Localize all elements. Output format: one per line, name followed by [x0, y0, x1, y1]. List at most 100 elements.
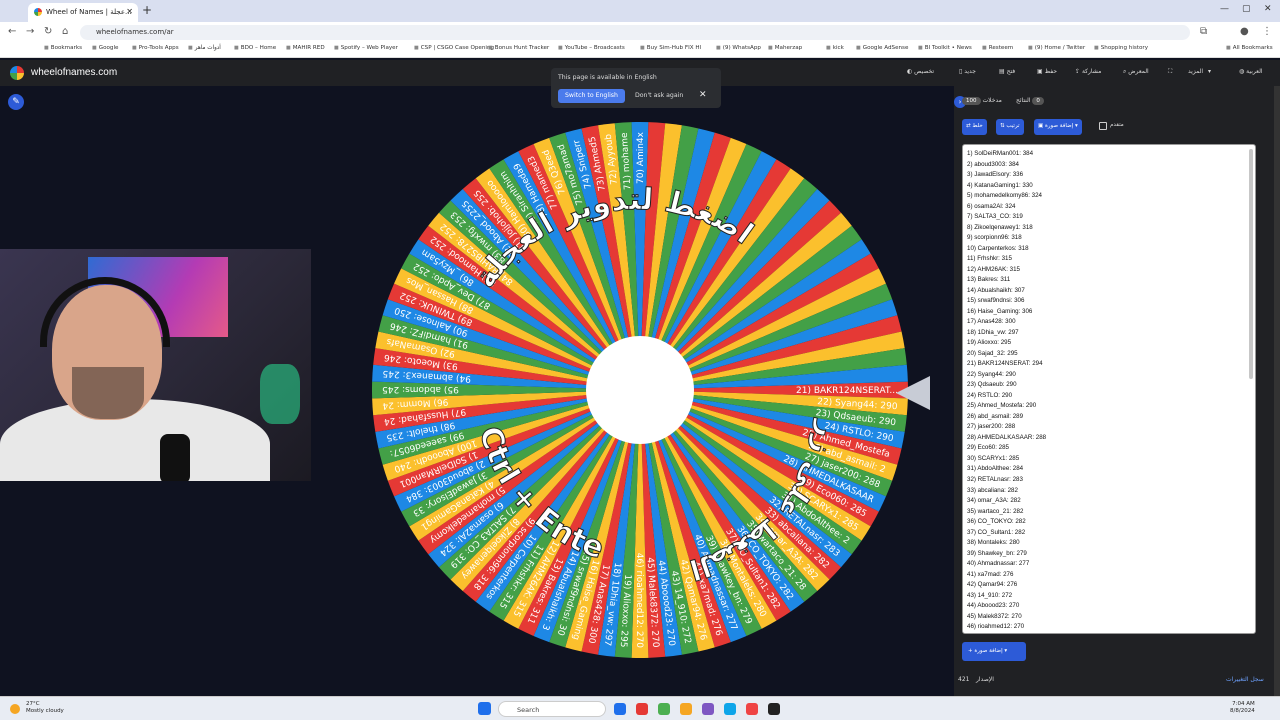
entry-line: 44) Aboood23: 270 — [967, 602, 1020, 610]
bookmark-item[interactable]: YouTube – Broadcasts — [558, 45, 625, 51]
bookmark-item[interactable]: أدوات ماهر — [188, 45, 221, 51]
maximize-icon[interactable]: ▢ — [1242, 4, 1251, 14]
entry-line: 39) Shawkey_bn: 279 — [967, 549, 1027, 557]
bookmark-item[interactable]: Maherzap — [768, 45, 802, 51]
url-field[interactable]: wheelofnames.com/ar — [80, 25, 1190, 40]
shuffle-button[interactable]: ⇄ خلط — [962, 119, 987, 135]
windows-start-icon[interactable] — [478, 702, 491, 715]
bookmark-item[interactable]: (9) WhatsApp — [716, 45, 761, 51]
bookmark-item[interactable]: Resteem — [982, 45, 1014, 51]
bookmark-item[interactable]: BDO – Home — [234, 45, 276, 51]
tab-entries[interactable]: 100 مدخلات — [962, 97, 1002, 105]
site-name[interactable]: wheelofnames.com — [31, 67, 117, 78]
dont-ask-again-button[interactable]: Don't ask again — [635, 89, 683, 103]
button-label: ترتيب — [1006, 123, 1020, 129]
bookmark-item[interactable]: Bonus Hunt Tracker — [488, 45, 550, 51]
language-menu[interactable]: ◍ العربية — [1236, 68, 1263, 75]
switch-to-english-button[interactable]: Switch to English — [558, 89, 625, 103]
entry-line: 29) Eco60: 285 — [967, 444, 1009, 452]
system-clock[interactable]: 7:04 AM 8/8/2024 — [1230, 701, 1255, 715]
customize-menu[interactable]: ◐ تخصيص — [904, 68, 934, 75]
browser-tab[interactable]: Wheel of Names | عجلة... ✕ — [28, 3, 138, 22]
bookmark-item[interactable]: Bookmarks — [44, 45, 82, 51]
entry-line: 17) Anas428: 300 — [967, 318, 1016, 326]
changelog-link[interactable]: سجل التغييرات — [1226, 676, 1264, 683]
bookmark-item[interactable]: All Bookmarks — [1226, 45, 1273, 51]
menu-label: فتح — [1006, 68, 1016, 75]
new-tab-icon[interactable]: + — [142, 3, 152, 17]
edit-pencil-icon[interactable]: ✎ — [8, 94, 24, 110]
reload-icon[interactable]: ↻ — [44, 26, 52, 37]
chevron-down-icon: ▾ — [1208, 68, 1212, 75]
open-menu[interactable]: ▤ فتح — [996, 68, 1015, 75]
wheel-favicon-icon — [34, 8, 42, 16]
close-window-icon[interactable]: ✕ — [1264, 4, 1272, 14]
sort-button[interactable]: ⇅ ترتيب — [996, 119, 1024, 135]
bookmark-item[interactable]: (9) Home / Twitter — [1028, 45, 1085, 51]
close-icon[interactable]: ✕ — [699, 90, 707, 100]
bookmark-item[interactable]: kick — [826, 45, 844, 51]
folder-icon: ▤ — [999, 68, 1005, 75]
entry-line: 20) Sajad_32: 295 — [967, 349, 1018, 357]
add-image-dropdown-button[interactable]: ▣ إضافة صورة ▾ — [1034, 119, 1082, 135]
tab-results[interactable]: النتائج 0 — [1016, 97, 1046, 105]
entry-line: 7) SALTA3_CO: 319 — [967, 213, 1023, 221]
streaming-icon[interactable] — [746, 703, 758, 715]
minimize-icon[interactable]: — — [1220, 4, 1229, 14]
forward-icon[interactable]: → — [26, 26, 34, 37]
entry-line: 11) Frhshkr: 315 — [967, 255, 1012, 263]
taskbar-search[interactable]: Search — [498, 701, 606, 717]
add-image-button[interactable]: + إضافة صورة ▾ — [962, 642, 1026, 661]
menu-icon[interactable]: ⋮ — [1262, 26, 1272, 37]
save-menu[interactable]: ▣ حفظ — [1034, 68, 1057, 75]
edge-icon[interactable] — [636, 703, 648, 715]
textarea-scrollbar[interactable] — [1249, 149, 1253, 379]
advanced-checkbox[interactable] — [1099, 122, 1107, 130]
entry-line: 9) scorpionn96: 318 — [967, 234, 1022, 242]
entry-line: 16) Haise_Gaming: 306 — [967, 307, 1033, 315]
translate-message: This page is available in English — [558, 74, 657, 81]
wheel-logo-icon[interactable] — [10, 66, 24, 80]
bookmark-item[interactable]: Shopping history — [1094, 45, 1148, 51]
button-label: خلط — [972, 123, 983, 129]
extensions-icon[interactable]: ⧉ — [1200, 26, 1207, 37]
steam-icon[interactable] — [768, 703, 780, 715]
bookmark-item[interactable]: Spotify – Web Player — [334, 45, 398, 51]
plus-icon: + — [968, 648, 973, 654]
obs-icon[interactable] — [702, 703, 714, 715]
share-menu[interactable]: ⇪ مشاركة — [1072, 68, 1101, 75]
task-view-icon[interactable] — [614, 703, 626, 715]
entry-line: 24) RSTLO: 290 — [967, 391, 1013, 399]
explorer-icon[interactable] — [658, 703, 670, 715]
profile-avatar[interactable]: ● — [1240, 26, 1249, 37]
bookmark-item[interactable]: Google — [92, 45, 119, 51]
new-menu[interactable]: ▯ جديد — [956, 68, 976, 75]
wheel-slice-label: 95) abdoms: 245 — [382, 384, 459, 394]
wheel-center[interactable] — [586, 336, 694, 444]
bookmark-item[interactable]: CSP | CSGO Case Opening — [414, 45, 494, 51]
bookmark-item[interactable]: MAHIR RED — [286, 45, 325, 51]
entries-textarea[interactable]: 1) SolDeiRMan001: 384 2) aboud3003: 384 3)… — [962, 144, 1256, 634]
home-icon[interactable]: ⌂ — [62, 26, 68, 37]
wheel[interactable]: 21) BAKR124NSERAT...22) Syang44: 29023) … — [370, 120, 910, 660]
close-tab-icon[interactable]: ✕ — [126, 7, 133, 16]
wheel-slice-label: 21) BAKR124NSERAT... — [796, 386, 898, 396]
discord-icon[interactable] — [724, 703, 736, 715]
bookmark-item[interactable]: Pro-Tools Apps — [132, 45, 179, 51]
entry-line: 33) abcaliana: 282 — [967, 486, 1018, 494]
fullscreen-icon[interactable]: ⛶ — [1168, 68, 1172, 76]
entries-count-badge: 100 — [962, 97, 981, 105]
results-count-badge: 0 — [1032, 97, 1044, 105]
page-scrollbar[interactable] — [1274, 86, 1280, 696]
bookmark-item[interactable]: Google AdSense — [856, 45, 909, 51]
chrome-icon[interactable] — [680, 703, 692, 715]
bookmark-item[interactable]: Buy Sim-Hub FIX Hl — [640, 45, 701, 51]
back-icon[interactable]: ← — [8, 26, 16, 37]
weather-widget[interactable]: 27°C Mostly cloudy — [26, 701, 64, 715]
clock-time: 7:04 AM — [1232, 701, 1255, 707]
more-menu[interactable]: المزيد ▾ — [1188, 68, 1211, 75]
entry-line: 42) Qamar94: 276 — [967, 581, 1018, 589]
gallery-menu[interactable]: ⌕ المعرض — [1120, 68, 1149, 76]
bookmark-item[interactable]: BI Toolkit • News — [918, 45, 972, 51]
entry-line: 40) Ahmadnassar: 277 — [967, 560, 1030, 568]
